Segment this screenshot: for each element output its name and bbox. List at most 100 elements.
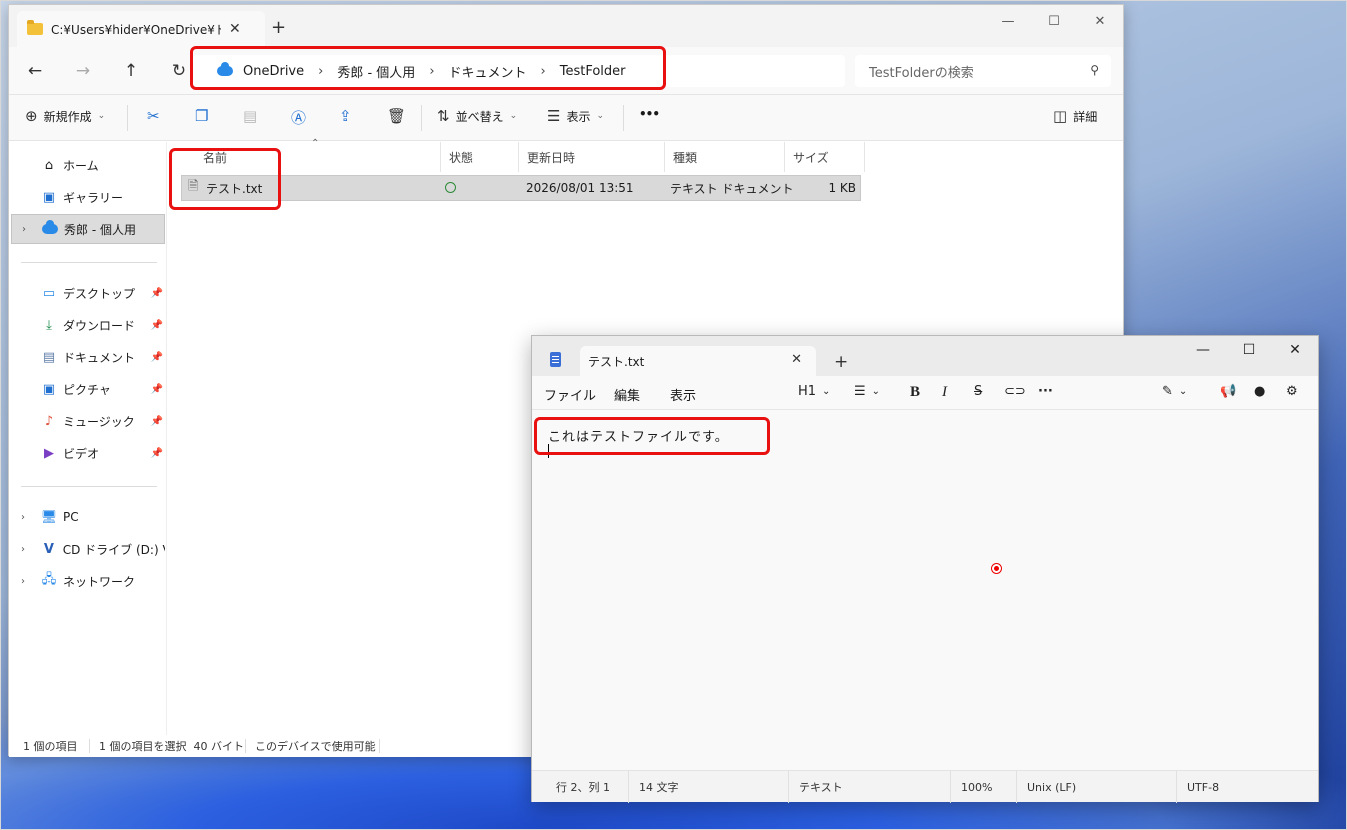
share-icon: ⇪ [339, 107, 352, 125]
maximize-button[interactable]: ☐ [1226, 336, 1272, 364]
maximize-button[interactable]: ☐ [1031, 5, 1077, 37]
share-button[interactable]: ⇪ [339, 107, 352, 125]
sidebar-item-network[interactable]: › 🖧 ネットワーク [11, 566, 165, 596]
sidebar-item-pc[interactable]: › 🖥 PC [11, 502, 165, 532]
more-options-button[interactable]: ••• [639, 107, 660, 121]
column-header-type[interactable]: 種類 [665, 142, 785, 172]
whats-new-button[interactable]: 📢 [1220, 384, 1236, 399]
close-tab-icon[interactable]: ✕ [229, 21, 241, 37]
sidebar-item-onedrive[interactable]: › 秀郎 - 個人用 [11, 214, 165, 244]
navigation-pane: ⌂ ホーム ▣ ギャラリー › 秀郎 - 個人用 ▭ デスクトップ 📌 ⤓ ダウ… [9, 142, 167, 735]
column-header-size[interactable]: サイズ [785, 142, 865, 172]
sidebar-item-home[interactable]: ⌂ ホーム [11, 150, 165, 180]
status-zoom: 100% [950, 771, 1016, 803]
text-file-icon: 🗎 [188, 179, 199, 194]
sidebar-item-label: PC [63, 510, 79, 524]
menu-view[interactable]: 表示 [670, 385, 696, 404]
sync-ok-icon [445, 182, 456, 193]
sidebar-item-videos[interactable]: ▶ ビデオ 📌 [11, 438, 165, 468]
list-dropdown[interactable]: ☰ ⌄ [854, 384, 880, 399]
column-header-modified[interactable]: 更新日時 [519, 142, 665, 172]
delete-button[interactable]: 🗑 [387, 107, 406, 125]
table-row[interactable]: 🗎 テスト.txt 2026/08/01 13:51 テキスト ドキュメント 1… [181, 175, 861, 201]
strikethrough-button[interactable]: S [974, 384, 982, 399]
notepad-titlebar: テスト.txt ✕ + — ☐ ✕ [532, 336, 1318, 376]
breadcrumb-documents[interactable]: ドキュメント [449, 62, 527, 81]
sidebar-item-desktop[interactable]: ▭ デスクトップ 📌 [11, 278, 165, 308]
sidebar-item-label: ピクチャ [63, 382, 111, 397]
sidebar-divider [21, 262, 157, 263]
more-icon: ••• [639, 107, 660, 121]
cut-button[interactable]: ✂ [147, 107, 160, 125]
menu-file[interactable]: ファイル [544, 385, 596, 404]
status-encoding: UTF-8 [1176, 771, 1316, 803]
sidebar-item-music[interactable]: ♪ ミュージック 📌 [11, 406, 165, 436]
sort-label: 並べ替え [455, 109, 504, 124]
more-format-button[interactable]: ··· [1038, 384, 1053, 399]
new-tab-button[interactable]: + [834, 352, 848, 372]
pin-icon[interactable]: 📌 [151, 320, 163, 331]
notepad-window-controls: — ☐ ✕ [1180, 336, 1318, 364]
close-button[interactable]: ✕ [1272, 336, 1318, 364]
file-type: テキスト ドキュメント [670, 181, 794, 196]
forward-button[interactable]: → [71, 59, 95, 83]
sort-button[interactable]: ⇅ 並べ替え ⌄ [437, 107, 517, 125]
new-button[interactable]: ⊕ 新規作成 ⌄ [25, 107, 105, 125]
breadcrumb-personal[interactable]: 秀郎 - 個人用 [337, 62, 415, 81]
toolbar-divider [623, 105, 624, 131]
sidebar-item-documents[interactable]: ▤ ドキュメント 📌 [11, 342, 165, 372]
close-tab-icon[interactable]: ✕ [791, 352, 802, 367]
toolbar-divider [421, 105, 422, 131]
account-button[interactable]: ● [1254, 384, 1265, 399]
pin-icon[interactable]: 📌 [151, 384, 163, 395]
search-placeholder: TestFolderの検索 [869, 65, 974, 81]
heading-dropdown[interactable]: H1 ⌄ [798, 384, 830, 399]
copy-button[interactable]: ❐ [195, 107, 208, 125]
new-tab-button[interactable]: + [271, 17, 286, 38]
sort-icon: ⇅ [437, 107, 450, 125]
desktop-icon: ▭ [42, 285, 56, 301]
link-button[interactable]: ⊂⊃ [1004, 384, 1026, 399]
bold-icon: B [910, 384, 921, 400]
bullet-list-icon: ☰ [854, 384, 866, 399]
sidebar-item-pictures[interactable]: ▣ ピクチャ 📌 [11, 374, 165, 404]
copilot-dropdown[interactable]: ✎ ⌄ [1162, 384, 1187, 399]
add-circle-icon: ⊕ [25, 107, 38, 125]
minimize-button[interactable]: — [985, 5, 1031, 37]
menu-edit[interactable]: 編集 [614, 385, 640, 404]
column-header-status[interactable]: 状態 [441, 142, 519, 172]
bold-button[interactable]: B [910, 384, 920, 401]
paste-button[interactable]: ▤ [243, 107, 257, 125]
network-icon: 🖧 [41, 572, 57, 587]
breadcrumb-testfolder[interactable]: TestFolder [560, 64, 626, 79]
sidebar-item-downloads[interactable]: ⤓ ダウンロード 📌 [11, 310, 165, 340]
view-button[interactable]: ☰ 表示 ⌄ [547, 107, 604, 125]
rename-button[interactable]: Ⓐ [291, 107, 306, 128]
explorer-tab[interactable]: C:¥Users¥hider¥OneDrive¥ドキ ✕ [17, 11, 265, 47]
rename-icon: Ⓐ [291, 109, 307, 127]
notepad-tab[interactable]: テスト.txt ✕ [580, 346, 816, 376]
minimize-button[interactable]: — [1180, 336, 1226, 364]
sidebar-item-cd-drive[interactable]: › V CD ドライブ (D:) Virtu [11, 534, 165, 564]
sidebar-item-gallery[interactable]: ▣ ギャラリー [11, 182, 165, 212]
pin-icon[interactable]: 📌 [151, 448, 163, 459]
pin-icon[interactable]: 📌 [151, 416, 163, 427]
details-pane-button[interactable]: ◫ 詳細 [1053, 107, 1097, 125]
mouse-cursor-indicator [992, 564, 1001, 573]
back-button[interactable]: ← [23, 59, 47, 83]
text-editor[interactable]: これはテストファイルです。 [532, 410, 1318, 770]
settings-button[interactable]: ⚙ [1286, 384, 1298, 399]
breadcrumb-onedrive[interactable]: OneDrive [243, 64, 304, 79]
status-cursor-position: 行 2、列 1 [546, 771, 626, 803]
sort-ascending-icon: ⌃ [311, 138, 320, 149]
pin-icon[interactable]: 📌 [151, 352, 163, 363]
sidebar-item-label: 秀郎 - 個人用 [64, 222, 136, 237]
pin-icon[interactable]: 📌 [151, 288, 163, 299]
up-button[interactable]: ↑ [119, 59, 143, 83]
search-input[interactable]: TestFolderの検索 ⚲ [855, 55, 1111, 87]
italic-button[interactable]: I [942, 384, 947, 401]
breadcrumb[interactable]: OneDrive › 秀郎 - 個人用 › ドキュメント › TestFolde… [193, 55, 845, 87]
details-pane-icon: ◫ [1053, 107, 1068, 125]
close-button[interactable]: ✕ [1077, 5, 1123, 37]
refresh-button[interactable]: ↻ [167, 59, 191, 83]
